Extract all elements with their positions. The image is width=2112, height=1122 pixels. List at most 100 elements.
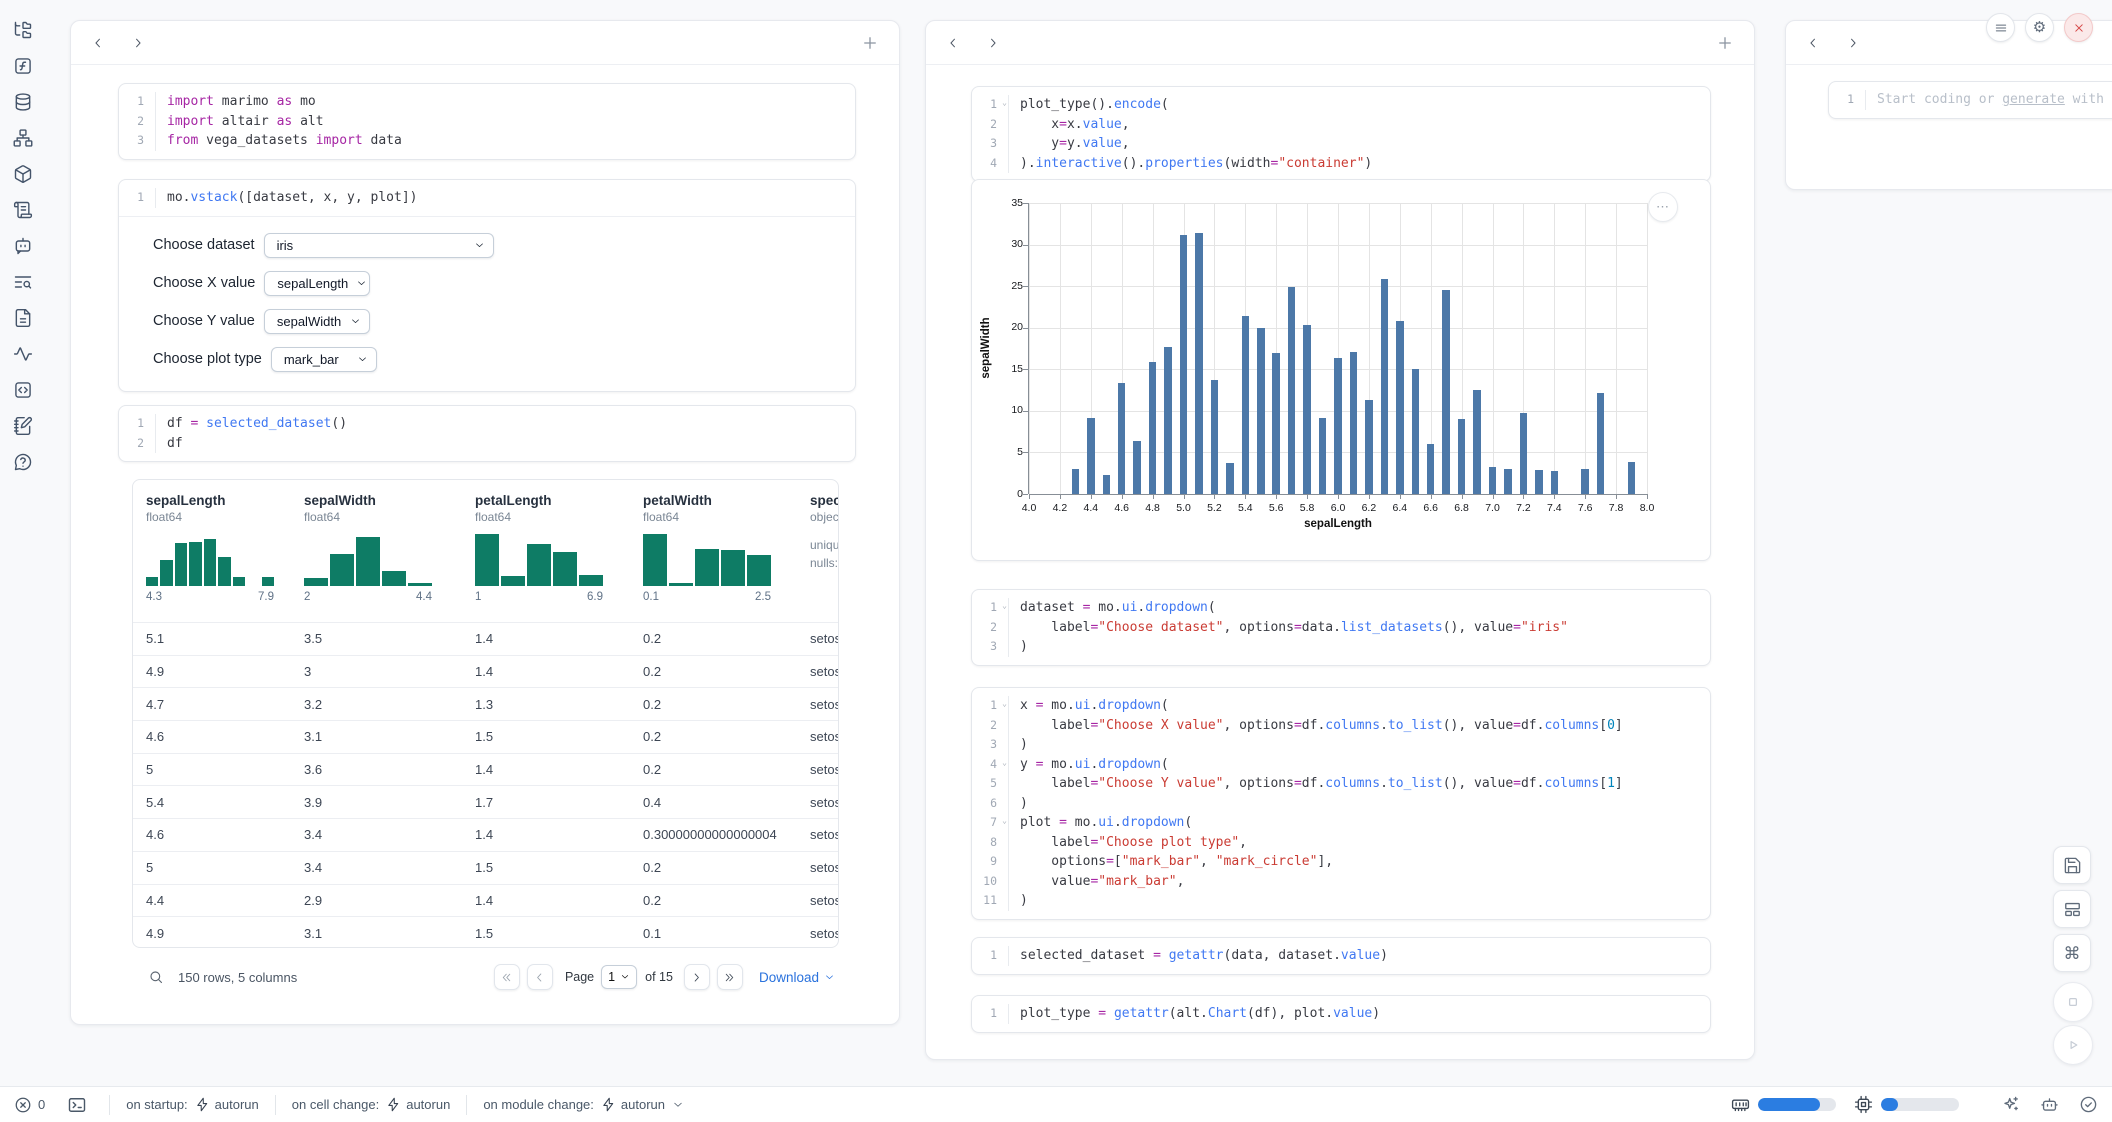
first-page-button[interactable] xyxy=(494,964,520,990)
chevrons-right-icon xyxy=(723,971,736,984)
table-row[interactable]: 4.93.11.50.1setos xyxy=(133,916,838,948)
table-row[interactable]: 4.63.11.50.2setos xyxy=(133,720,838,753)
x-tick-label: 7.0 xyxy=(1485,502,1500,514)
select-value: iris xyxy=(277,238,294,253)
column-scroll-right-icon[interactable] xyxy=(1846,36,1860,50)
prev-page-button[interactable] xyxy=(527,964,553,990)
cell-xy-plot-dropdowns[interactable]: 1⌄x = mo.ui.dropdown(2 label="Choose X v… xyxy=(971,687,1711,920)
tracing-icon[interactable] xyxy=(13,344,33,364)
column-scroll-left-icon[interactable] xyxy=(1806,36,1820,50)
table-row[interactable]: 4.63.41.40.30000000000000004setos xyxy=(133,818,838,851)
x-tick-label: 5.8 xyxy=(1300,502,1315,514)
circle-x-icon xyxy=(14,1096,32,1114)
dataframe-table: sepalLengthfloat644.37.9sepalWidthfloat6… xyxy=(132,479,839,948)
close-icon xyxy=(2072,21,2086,35)
chart-bar xyxy=(1412,369,1420,494)
column-header[interactable]: sepalLengthfloat644.37.9 xyxy=(146,480,304,622)
ai-chat-icon[interactable] xyxy=(13,236,33,256)
packages-icon[interactable] xyxy=(13,164,33,184)
table-row[interactable]: 4.73.21.30.2setos xyxy=(133,687,838,720)
x-tick-label: 6.4 xyxy=(1392,502,1407,514)
x-tick-label: 5.6 xyxy=(1269,502,1284,514)
chart-bar xyxy=(1396,321,1404,494)
page-select[interactable]: 1 xyxy=(601,965,637,989)
table-row[interactable]: 4.42.91.40.2setos xyxy=(133,884,838,917)
assistant-bot-icon[interactable] xyxy=(2040,1095,2059,1114)
table-search-icon[interactable] xyxy=(148,969,164,985)
run-button[interactable] xyxy=(2053,1025,2093,1065)
chart-bar xyxy=(1319,418,1327,494)
add-cell-icon[interactable] xyxy=(861,34,879,52)
notebook-icon[interactable] xyxy=(13,416,33,436)
add-cell-icon[interactable] xyxy=(1716,34,1734,52)
table-row[interactable]: 53.61.40.2setos xyxy=(133,753,838,786)
on-module-change-setting[interactable]: on module change: autorun xyxy=(483,1097,684,1112)
column-scroll-right-icon[interactable] xyxy=(986,36,1000,50)
cell-imports[interactable]: 1import marimo as mo2import altair as al… xyxy=(118,83,856,160)
cell-selected-dataset[interactable]: 1selected_dataset = getattr(data, datase… xyxy=(971,937,1711,975)
control-row: Choose X valuesepalLength xyxy=(153,271,855,296)
keyboard-shortcuts-button[interactable]: ⌘ xyxy=(2053,934,2091,972)
scratchpad-icon[interactable] xyxy=(13,200,33,220)
stop-icon xyxy=(2064,993,2082,1011)
stop-button[interactable] xyxy=(2053,982,2093,1022)
save-button[interactable] xyxy=(2053,846,2091,884)
download-button[interactable]: Download xyxy=(759,970,835,985)
notebook-menu-button[interactable] xyxy=(1986,13,2015,42)
table-row[interactable]: 53.41.50.2setos xyxy=(133,851,838,884)
table-row[interactable]: 5.13.51.40.2setos xyxy=(133,622,838,655)
column-header[interactable]: specobjecuniqunulls: xyxy=(810,480,839,622)
file-explorer-icon[interactable] xyxy=(13,20,33,40)
line-number: 4⌄ xyxy=(972,755,1009,775)
x-tick-label: 6.8 xyxy=(1454,502,1469,514)
x-tick-label: 7.4 xyxy=(1547,502,1562,514)
dependency-graph-icon[interactable] xyxy=(13,128,33,148)
choose-x-value-select[interactable]: sepalLength xyxy=(264,271,370,296)
cell-dataset-dropdown[interactable]: 1⌄dataset = mo.ui.dropdown(2 label="Choo… xyxy=(971,589,1711,666)
functions-icon[interactable] xyxy=(13,56,33,76)
cell-dataframe[interactable]: 1df = selected_dataset()2df xyxy=(118,405,856,462)
logs-icon[interactable] xyxy=(13,272,33,292)
x-tick-label: 7.6 xyxy=(1578,502,1593,514)
choose-plot-type-select[interactable]: mark_bar xyxy=(271,347,377,372)
column-scroll-left-icon[interactable] xyxy=(91,36,105,50)
errors-indicator[interactable]: 0 xyxy=(14,1096,45,1114)
shutdown-button[interactable] xyxy=(2064,13,2093,42)
table-row[interactable]: 4.931.40.2setos xyxy=(133,655,838,688)
resource-usage xyxy=(1731,1095,2098,1114)
documentation-icon[interactable] xyxy=(13,308,33,328)
ai-sparkles-icon[interactable] xyxy=(2001,1095,2020,1114)
lightning-icon xyxy=(386,1097,401,1112)
chart-actions-menu-icon[interactable]: ⋯ xyxy=(1648,192,1678,222)
cell-plot-encode[interactable]: 1⌄plot_type().encode(2 x=x.value,3 y=y.v… xyxy=(971,86,1711,182)
terminal-icon[interactable] xyxy=(67,1095,87,1115)
snippets-icon[interactable] xyxy=(13,380,33,400)
table-row[interactable]: 5.43.91.70.4setos xyxy=(133,785,838,818)
last-page-button[interactable] xyxy=(717,964,743,990)
choose-y-value-select[interactable]: sepalWidth xyxy=(264,309,370,334)
cell-empty-editor[interactable]: 1 Start coding or generate with AI xyxy=(1828,81,2112,119)
chart-x-axis-title: sepalLength xyxy=(1304,518,1372,530)
help-icon[interactable] xyxy=(13,452,33,472)
generate-with-ai-link[interactable]: generate xyxy=(2002,92,2065,107)
column-scroll-left-icon[interactable] xyxy=(946,36,960,50)
datasources-icon[interactable] xyxy=(13,92,33,112)
next-page-button[interactable] xyxy=(684,964,710,990)
column-header[interactable]: petalWidthfloat640.12.5 xyxy=(643,480,810,622)
chart-bar xyxy=(1087,418,1095,494)
vstack-code-editor[interactable]: 1mo.vstack([dataset, x, y, plot]) xyxy=(119,180,855,217)
column-scroll-right-icon[interactable] xyxy=(131,36,145,50)
line-number: 2 xyxy=(972,115,1009,135)
column-header[interactable]: sepalWidthfloat6424.4 xyxy=(304,480,475,622)
settings-button[interactable]: ⚙ xyxy=(2025,13,2054,42)
chart-bar xyxy=(1365,400,1373,494)
on-cell-change-setting[interactable]: on cell change: autorun xyxy=(292,1097,451,1112)
on-startup-setting[interactable]: on startup: autorun xyxy=(126,1097,259,1112)
cell-plot-type[interactable]: 1plot_type = getattr(alt.Chart(df), plot… xyxy=(971,995,1711,1033)
choose-dataset-select[interactable]: iris xyxy=(264,233,494,258)
line-number: 1 xyxy=(119,188,156,208)
connection-status-icon[interactable] xyxy=(2079,1095,2098,1114)
line-number: 1 xyxy=(1829,90,1866,110)
layout-button[interactable] xyxy=(2053,890,2091,928)
column-header[interactable]: petalLengthfloat6416.9 xyxy=(475,480,643,622)
